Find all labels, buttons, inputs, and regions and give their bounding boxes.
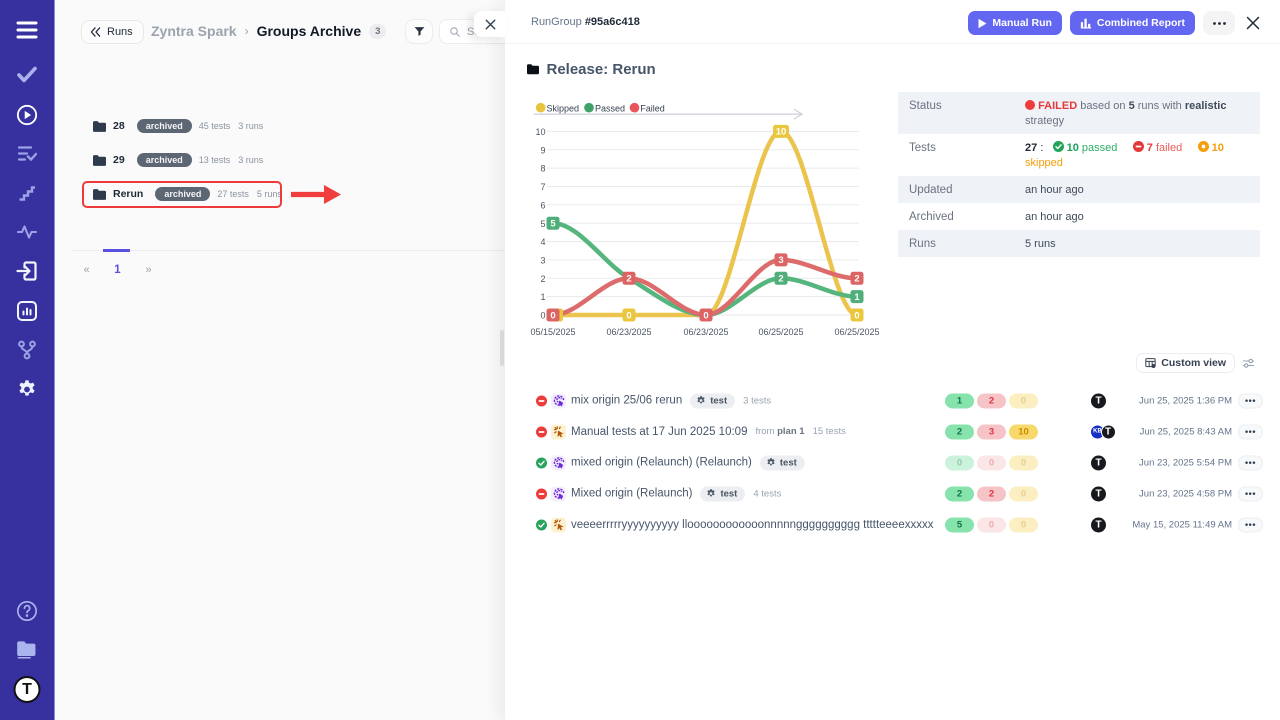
svg-text:06/23/2025: 06/23/2025 (683, 327, 728, 337)
svg-text:0: 0 (540, 311, 545, 321)
svg-text:05/15/2025: 05/15/2025 (530, 327, 575, 337)
svg-text:10: 10 (776, 127, 787, 138)
svg-text:5: 5 (550, 219, 556, 230)
svg-text:2: 2 (540, 274, 545, 284)
svg-text:5: 5 (540, 219, 545, 229)
svg-text:6: 6 (540, 200, 545, 210)
svg-text:9: 9 (540, 145, 545, 155)
svg-text:2: 2 (854, 274, 859, 285)
svg-text:Failed: Failed (640, 104, 665, 114)
svg-text:06/25/2025: 06/25/2025 (758, 327, 803, 337)
svg-text:0: 0 (626, 310, 631, 321)
svg-text:2: 2 (778, 274, 783, 285)
svg-text:4: 4 (540, 237, 545, 247)
svg-text:06/23/2025: 06/23/2025 (606, 327, 651, 337)
svg-text:0: 0 (854, 310, 859, 321)
svg-text:2: 2 (626, 274, 631, 285)
svg-text:06/25/2025: 06/25/2025 (834, 327, 879, 337)
svg-text:0: 0 (550, 310, 555, 321)
svg-text:8: 8 (540, 164, 545, 174)
svg-text:7: 7 (540, 182, 545, 192)
svg-text:3: 3 (540, 256, 545, 266)
svg-text:Passed: Passed (595, 104, 625, 114)
svg-text:1: 1 (540, 292, 545, 302)
svg-text:3: 3 (778, 255, 783, 266)
svg-text:0: 0 (703, 310, 708, 321)
svg-text:Skipped: Skipped (547, 104, 580, 114)
svg-text:10: 10 (535, 127, 545, 137)
svg-text:1: 1 (854, 292, 860, 303)
